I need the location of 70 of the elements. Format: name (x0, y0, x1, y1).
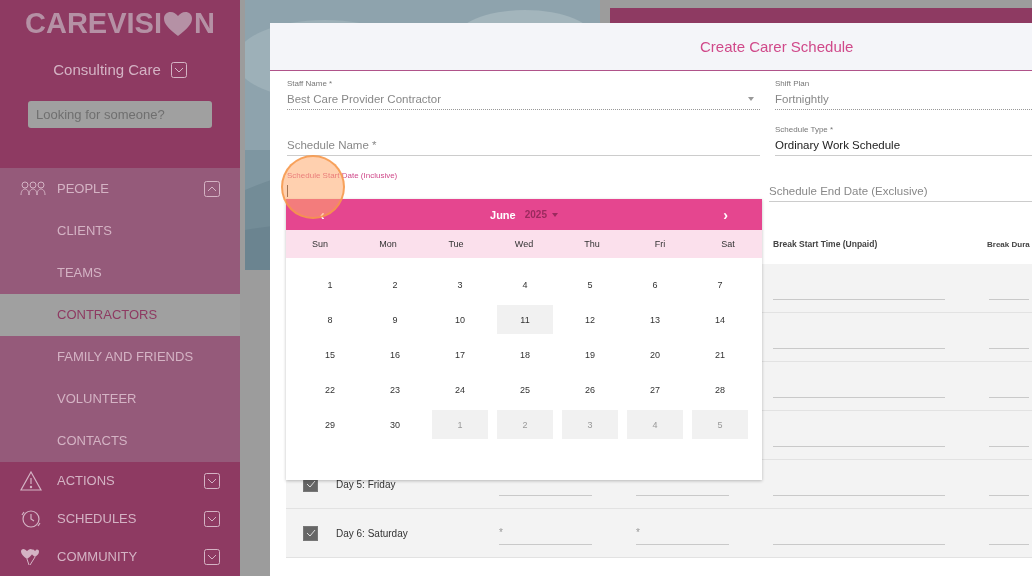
month-label: June (490, 208, 516, 221)
day-label: Day 6: Saturday (336, 527, 409, 539)
field-label: Staff Name * (287, 78, 334, 89)
calendar-day[interactable]: 9 (367, 305, 423, 334)
warning-icon (20, 471, 42, 491)
weekday-label: Sun (311, 239, 329, 249)
time-field[interactable]: * (636, 520, 729, 545)
checkmark-icon (305, 529, 316, 537)
weekday-label: Tue (447, 239, 465, 249)
field-label: Schedule Type * (775, 124, 835, 135)
logo-text: N (194, 7, 215, 41)
calendar-day[interactable]: 12 (562, 305, 618, 334)
heart-icon (163, 10, 193, 37)
calendar-day[interactable]: 20 (627, 340, 683, 369)
field-label: Shift Plan (775, 78, 811, 89)
day-label: Day 5: Friday (336, 478, 397, 490)
dropdown-icon[interactable] (170, 62, 187, 78)
calendar-day[interactable]: 11 (497, 305, 553, 334)
calendar-day[interactable]: 30 (367, 410, 423, 439)
weekday-label: Wed (513, 239, 535, 249)
weekday-label: Thu (583, 239, 601, 249)
checkmark-icon (305, 480, 316, 488)
calendar-day[interactable]: 27 (627, 375, 683, 404)
input-field[interactable]: Ordinary Work Schedule (775, 135, 1032, 156)
calendar-day[interactable]: 3 (432, 270, 488, 299)
calendar-day[interactable]: 10 (432, 305, 488, 334)
input-field[interactable]: Schedule Name * (287, 135, 760, 156)
calendar-day[interactable]: 1 (302, 270, 358, 299)
logo-text: CAREVISI (25, 7, 162, 41)
calendar-day[interactable]: 4 (497, 270, 553, 299)
calendar-day[interactable]: 24 (432, 375, 488, 404)
calendar-day[interactable]: 6 (627, 270, 683, 299)
nav-item[interactable]: SCHEDULES (0, 500, 240, 538)
dialog-title: Create Carer Schedule (700, 38, 854, 55)
calendar-day[interactable]: 15 (302, 340, 358, 369)
calendar-day[interactable]: 8 (302, 305, 358, 334)
next-month-button[interactable]: › (719, 206, 732, 223)
nav-item[interactable]: COMMUNITY (0, 538, 240, 576)
hearts-icon (20, 547, 40, 567)
column-header: Break Dura (987, 239, 1030, 249)
calendar-day[interactable]: 2 (367, 270, 423, 299)
column-header: Break Start Time (Unpaid) (773, 239, 879, 249)
weekday-label: Fri (653, 239, 667, 249)
calendar-day[interactable]: 28 (692, 375, 748, 404)
calendar-day[interactable]: 23 (367, 375, 423, 404)
calendar-day[interactable]: 18 (497, 340, 553, 369)
profile-button[interactable] (610, 8, 1032, 23)
calendar-day[interactable]: 13 (627, 305, 683, 334)
calendar-day[interactable]: 19 (562, 340, 618, 369)
calendar-day[interactable]: 22 (302, 375, 358, 404)
calendar-day[interactable]: 5 (562, 270, 618, 299)
calendar-day[interactable]: 16 (367, 340, 423, 369)
calendar-day[interactable]: 17 (432, 340, 488, 369)
field-label: Schedule Start Date (Inclusive) (287, 170, 399, 181)
calendar-day[interactable]: 29 (302, 410, 358, 439)
calendar-day[interactable]: 7 (692, 270, 748, 299)
organization-name: Consulting Care (53, 61, 161, 79)
caret-icon (551, 212, 558, 217)
calendar-day[interactable]: 25 (497, 375, 553, 404)
weekday-label: Mon (378, 239, 398, 249)
date-field[interactable]: Schedule End Date (Exclusive) (769, 181, 1032, 202)
clock-icon (20, 508, 42, 530)
time-field[interactable]: * (499, 520, 592, 545)
weekday-label: Sat (720, 239, 736, 249)
nav-item[interactable]: ACTIONS (0, 462, 240, 500)
calendar-day[interactable]: 26 (562, 375, 618, 404)
people-icon (20, 181, 46, 197)
checkbox[interactable] (303, 525, 318, 541)
calendar-day[interactable]: 21 (692, 340, 748, 369)
calendar-day[interactable]: 14 (692, 305, 748, 334)
